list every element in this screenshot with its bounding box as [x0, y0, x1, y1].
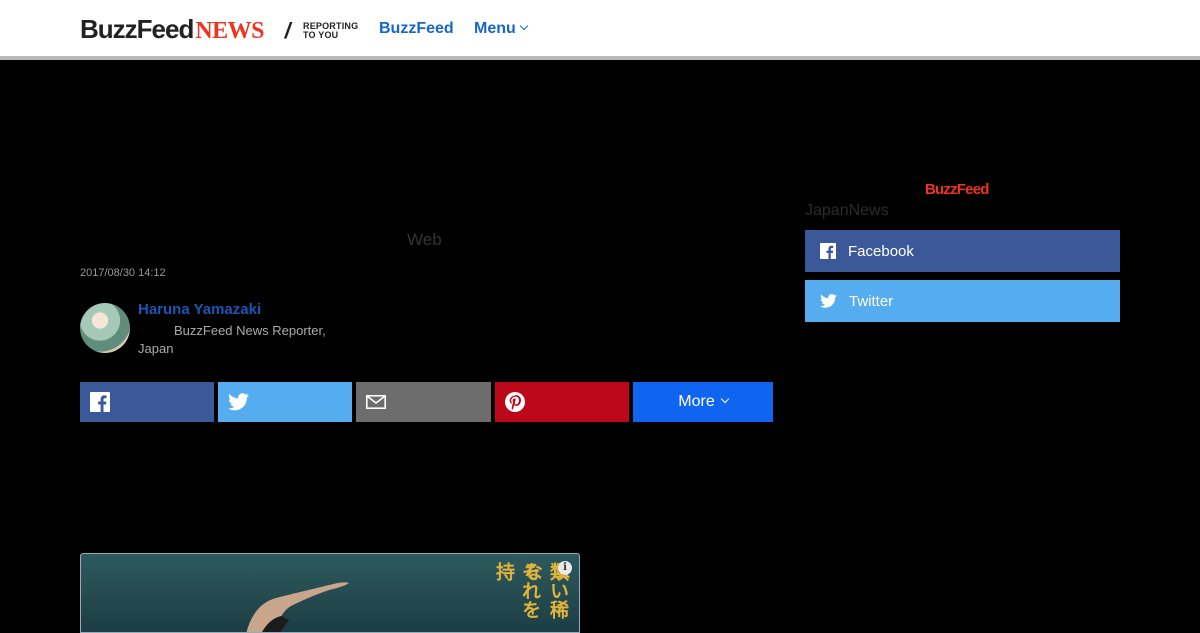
sidebar-twitter-button[interactable]: Twitter	[805, 280, 1120, 322]
share-more-label: More	[678, 393, 715, 410]
twitter-icon	[228, 393, 249, 411]
facebook-icon	[90, 392, 110, 412]
share-twitter-button[interactable]	[218, 382, 352, 422]
share-more-button[interactable]: More	[633, 382, 773, 422]
email-icon	[366, 395, 386, 409]
tagline: REPORTING TO YOU	[303, 22, 358, 40]
author-name-link[interactable]: Haruna Yamazaki	[138, 301, 261, 318]
sidebar-buzzfeed-logo[interactable]: BuzzFeed	[925, 181, 989, 198]
publish-date: 2017/08/30 14:12	[80, 267, 166, 279]
share-facebook-button[interactable]	[80, 382, 214, 422]
tagline-line-2: TO YOU	[303, 30, 339, 40]
pinterest-icon	[505, 392, 525, 412]
twitter-icon	[820, 294, 837, 308]
nav-buzzfeed-link[interactable]: BuzzFeed	[379, 20, 454, 38]
ad-image[interactable]: それを持 類い稀な バヌレエ i	[80, 553, 580, 633]
share-bar: More	[80, 382, 773, 422]
section-label: Web	[407, 230, 442, 249]
buzzfeed-news-logo[interactable]: BuzzFeed NEWS	[80, 14, 265, 45]
share-pinterest-button[interactable]	[495, 382, 629, 422]
facebook-icon	[820, 243, 836, 259]
nav-menu-label: Menu	[474, 20, 516, 37]
site-header: BuzzFeed NEWS / REPORTING TO YOU BuzzFee…	[0, 0, 1200, 60]
chevron-down-icon	[519, 21, 529, 31]
share-email-button[interactable]	[356, 382, 491, 422]
author-avatar[interactable]	[80, 303, 130, 353]
sidebar-facebook-button[interactable]: Facebook	[805, 230, 1120, 272]
ad-info-icon[interactable]: i	[558, 561, 572, 575]
logo-news-text: NEWS	[195, 18, 265, 44]
logo-buzzfeed-text: BuzzFeed	[80, 14, 194, 44]
sidebar-heading: JapanNews	[805, 202, 889, 219]
chevron-down-icon	[720, 394, 729, 404]
sidebar-facebook-label: Facebook	[848, 242, 914, 260]
logo-slash: /	[282, 18, 294, 43]
sidebar-twitter-label: Twitter	[849, 292, 894, 310]
author-title: BuzzFeed News Reporter, Japan	[138, 323, 326, 356]
nav-menu-button[interactable]: Menu	[474, 20, 529, 38]
